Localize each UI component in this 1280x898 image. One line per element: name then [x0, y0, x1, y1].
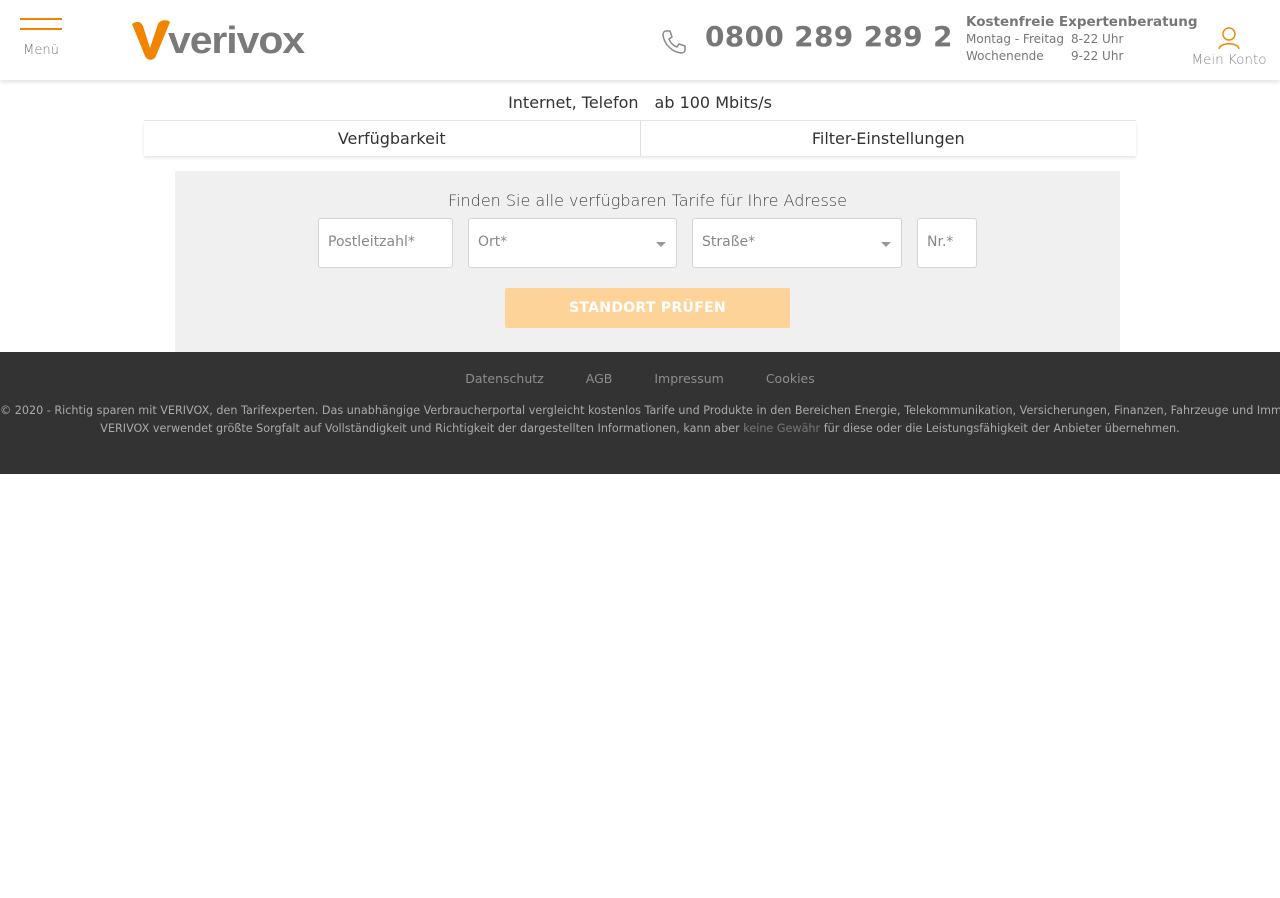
footer-disclaimer-after: für diese oder die Leistungsfähigkeit de…: [823, 422, 1180, 435]
tab-verfuegbarkeit[interactable]: Verfügbarkeit: [144, 121, 640, 156]
summary-speed: ab 100 Mbits/s: [654, 92, 772, 112]
site-header: Menü verivox 0800 289 289 2 Kostenfreie …: [0, 0, 1280, 80]
footer-links: Datenschutz AGB Impressum Cookies: [0, 371, 1280, 386]
footer-disclaimer: © 2020 - Richtig sparen mit VERIVOX, den…: [0, 402, 1280, 438]
hamburger-icon-bar: [20, 28, 62, 30]
footer-link-cookies[interactable]: Cookies: [766, 371, 815, 386]
tab-filter-einstellungen[interactable]: Filter-Einstellungen: [639, 121, 1137, 156]
footer-disclaimer-before: VERIVOX verwendet größte Sorgfalt auf Vo…: [100, 422, 740, 435]
my-account-label: Mein Konto: [1191, 52, 1267, 68]
city-select[interactable]: Ort*: [468, 218, 677, 268]
summary-product: Internet, Telefon: [508, 92, 639, 112]
hamburger-icon: [20, 18, 62, 20]
tab-bar: Verfügbarkeit Filter-Einstellungen: [144, 121, 1136, 156]
caret-down-icon: [881, 242, 891, 247]
menu-label: Menü: [23, 43, 59, 58]
footer-link-datenschutz[interactable]: Datenschutz: [465, 371, 544, 386]
house-number-placeholder: Nr.*: [927, 234, 954, 250]
footer-disclaimer-line: VERIVOX verwendet größte Sorgfalt auf Vo…: [0, 420, 1280, 438]
hotline-info: Kostenfreie Expertenberatung Montag - Fr…: [966, 14, 1198, 64]
my-account-button[interactable]: Mein Konto: [1190, 26, 1268, 68]
phone-icon: [662, 30, 686, 54]
no-warranty-link[interactable]: keine Gewähr: [743, 422, 820, 435]
postal-code-input[interactable]: Postleitzahl*: [318, 218, 453, 268]
caret-down-icon: [656, 242, 666, 247]
hotline-day: Wochenende: [966, 49, 1044, 63]
hotline-row: Wochenende 9-22 Uhr: [966, 49, 1186, 64]
check-location-button[interactable]: STANDORT PRÜFEN: [505, 288, 790, 328]
footer-link-impressum[interactable]: Impressum: [654, 371, 723, 386]
verivox-logo[interactable]: verivox: [130, 18, 306, 62]
logo-text: verivox: [168, 20, 305, 62]
site-footer: Datenschutz AGB Impressum Cookies © 2020…: [0, 352, 1280, 474]
hotline-hours: 8-22 Uhr: [1071, 32, 1124, 46]
hotline-row: Montag - Freitag 8-22 Uhr: [966, 32, 1186, 47]
search-summary: Internet, Telefon ab 100 Mbits/s: [144, 84, 1136, 121]
footer-copyright: © 2020 - Richtig sparen mit VERIVOX, den…: [0, 404, 1280, 417]
street-placeholder: Straße*: [702, 234, 756, 250]
address-search-panel: Finden Sie alle verfügbaren Tarife für I…: [175, 171, 1120, 352]
menu-button[interactable]: Menü: [20, 18, 62, 64]
hotline-day: Montag - Freitag: [966, 32, 1065, 46]
hotline-title: Kostenfreie Expertenberatung: [966, 14, 1198, 30]
footer-link-agb[interactable]: AGB: [586, 371, 613, 386]
city-placeholder: Ort*: [478, 234, 508, 250]
postal-code-placeholder: Postleitzahl*: [328, 234, 415, 250]
panel-title: Finden Sie alle verfügbaren Tarife für I…: [448, 191, 847, 210]
hotline-phone-number[interactable]: 0800 289 289 2: [705, 20, 953, 53]
house-number-input[interactable]: Nr.*: [917, 218, 977, 268]
hotline-hours: 9-22 Uhr: [1071, 49, 1124, 63]
street-select[interactable]: Straße*: [692, 218, 902, 268]
user-icon: [1218, 27, 1240, 50]
